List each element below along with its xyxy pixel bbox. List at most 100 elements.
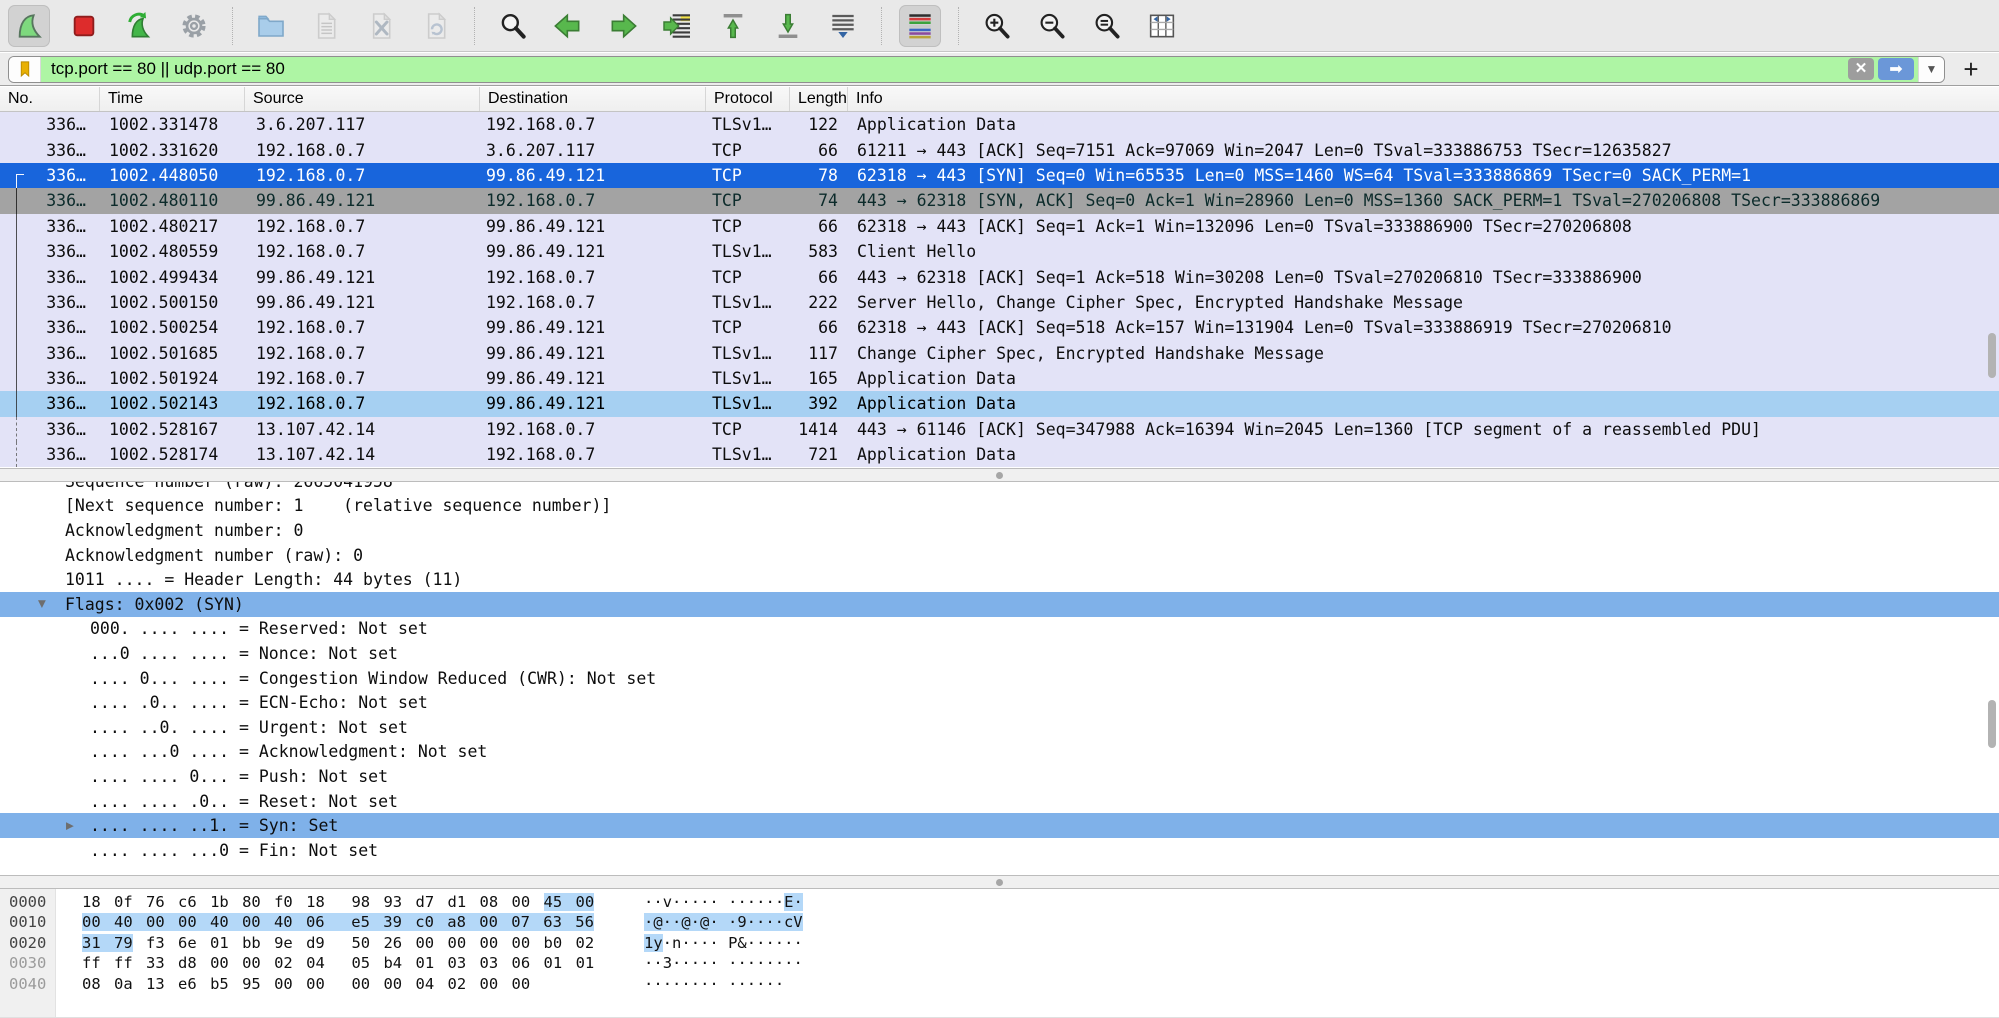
find-packet-button[interactable] [492,5,534,47]
packet-row[interactable]: 336…1002.48011099.86.49.121192.168.0.7TC… [0,188,1999,213]
packet-row[interactable]: 336…1002.50015099.86.49.121192.168.0.7TL… [0,290,1999,315]
detail-tree-line[interactable]: .... .... .0.. = Reset: Not set [0,789,1999,814]
display-filter-input[interactable] [41,57,1848,82]
detail-tree-line[interactable]: Acknowledgment number (raw): 0 [0,543,1999,568]
detail-tree-line[interactable]: ▼Flags: 0x002 (SYN) [0,592,1999,617]
packet-list-scrollbar[interactable] [1988,333,1996,378]
detail-tree-line[interactable]: 000. .... .... = Reserved: Not set [0,617,1999,642]
detail-tree-line[interactable]: ▶.... .... ..1. = Syn: Set [0,813,1999,838]
cell-info: Application Data [848,369,1999,388]
go-last-packet-button[interactable] [767,5,809,47]
packet-row[interactable]: 336…1002.3314783.6.207.117192.168.0.7TLS… [0,112,1999,137]
packet-list: 336…1002.3314783.6.207.117192.168.0.7TLS… [0,112,1999,468]
zoom-reset-button[interactable] [1086,5,1128,47]
detail-tree-line[interactable]: ...0 .... .... = Nonce: Not set [0,641,1999,666]
cell-dst: 192.168.0.7 [480,445,706,464]
apply-filter-button[interactable]: ➡ [1878,58,1914,80]
packet-row[interactable]: 336…1002.331620192.168.0.73.6.207.117TCP… [0,137,1999,162]
hex-row[interactable]: 004008 0a 13 e6 b5 95 00 00 00 00 04 02 … [0,974,1999,994]
cell-proto: TLSv1… [706,344,790,363]
zoom-out-icon [1036,10,1068,42]
hex-row[interactable]: 0010 00 40 00 00 40 00 40 06 e5 39 c0 a8 … [0,912,1999,932]
open-folder-icon [255,10,287,42]
detail-tree-line[interactable]: .... .... 0... = Push: Not set [0,764,1999,789]
detail-tree-line[interactable]: .... .... ...0 = Fin: Not set [0,838,1999,863]
go-to-packet-button[interactable] [657,5,699,47]
zoom-in-button[interactable] [976,5,1018,47]
cell-time: 1002.480217 [100,217,245,236]
restart-capture-button[interactable] [118,5,160,47]
hex-offset: 0010 [9,912,46,932]
packet-row[interactable]: 336…1002.480559192.168.0.799.86.49.121TL… [0,239,1999,264]
autoscroll-icon [827,10,859,42]
packet-row[interactable]: 336…1002.480217192.168.0.799.86.49.121TC… [0,214,1999,239]
hex-ascii: ··v····· ······E· [644,892,803,912]
detail-line-text: .... .... ..1. = Syn: Set [0,816,338,835]
column-header-destination[interactable]: Destination [480,87,706,111]
detail-tree-line[interactable]: [Next sequence number: 1 (relative seque… [0,494,1999,519]
cell-info: Change Cipher Spec, Encrypted Handshake … [848,344,1999,363]
detail-tree-line[interactable]: Sequence number (raw): 2665041958 [0,482,1999,494]
column-header-time[interactable]: Time [100,87,245,111]
cell-no: 336… [0,445,100,464]
cell-no: 336… [0,420,100,439]
packet-row[interactable]: 336…1002.501924192.168.0.799.86.49.121TL… [0,366,1999,391]
detail-tree-line[interactable]: Acknowledgment number: 0 [0,518,1999,543]
cell-src: 192.168.0.7 [245,242,480,261]
hex-row[interactable]: 002031 79 f3 6e 01 bb 9e d9 50 26 00 00 … [0,933,1999,953]
zoom-out-button[interactable] [1031,5,1073,47]
start-capture-button[interactable] [8,5,50,47]
go-first-packet-button[interactable] [712,5,754,47]
capture-options-button[interactable] [173,5,215,47]
expander-right-icon[interactable]: ▶ [66,818,74,833]
details-bytes-splitter[interactable] [0,875,1999,889]
colorize-button[interactable] [899,5,941,47]
detail-tree-line[interactable]: .... 0... .... = Congestion Window Reduc… [0,666,1999,691]
detail-tree-line[interactable]: .... .0.. .... = ECN-Echo: Not set [0,690,1999,715]
filter-bookmark-button[interactable] [9,57,41,82]
column-header-protocol[interactable]: Protocol [706,87,790,111]
cell-src: 192.168.0.7 [245,394,480,413]
detail-tree-line[interactable]: .... ...0 .... = Acknowledgment: Not set [0,740,1999,765]
hex-row[interactable]: 000018 0f 76 c6 1b 80 f0 18 98 93 d7 d1 … [0,892,1999,912]
packet-row[interactable]: 336…1002.52816713.107.42.14192.168.0.7TC… [0,417,1999,442]
cell-proto: TCP [706,217,790,236]
cell-info: 62318 → 443 [ACK] Seq=1 Ack=1 Win=132096… [848,217,1999,236]
detail-tree-line[interactable]: .... ..0. .... = Urgent: Not set [0,715,1999,740]
filter-history-dropdown[interactable]: ▼ [1918,57,1944,82]
column-header-length[interactable]: Length [790,87,848,111]
cell-dst: 192.168.0.7 [480,268,706,287]
detail-tree-line[interactable]: 1011 .... = Header Length: 44 bytes (11) [0,567,1999,592]
packet-row[interactable]: 336…1002.502143192.168.0.799.86.49.121TL… [0,391,1999,416]
add-filter-expression-button[interactable]: + [1951,54,1991,84]
packet-row[interactable]: 336…1002.501685192.168.0.799.86.49.121TL… [0,341,1999,366]
packet-row[interactable]: 336…1002.500254192.168.0.799.86.49.121TC… [0,315,1999,340]
column-header-no[interactable]: No. [0,87,100,111]
details-scrollbar[interactable] [1988,700,1996,748]
open-file-button[interactable] [250,5,292,47]
packet-row[interactable]: 336…1002.49943499.86.49.121192.168.0.7TC… [0,264,1999,289]
clear-filter-button[interactable]: ✕ [1848,58,1874,80]
go-forward-button[interactable] [602,5,644,47]
detail-line-text: .... .... .0.. = Reset: Not set [0,792,398,811]
cell-dst: 99.86.49.121 [480,369,706,388]
resize-columns-button[interactable] [1141,5,1183,47]
zoom-in-icon [981,10,1013,42]
go-back-button[interactable] [547,5,589,47]
auto-scroll-button[interactable] [822,5,864,47]
column-header-source[interactable]: Source [245,87,480,111]
stop-capture-button[interactable] [63,5,105,47]
packet-row[interactable]: 336…1002.448050192.168.0.799.86.49.121TC… [0,163,1999,188]
expander-down-icon[interactable]: ▼ [38,597,46,612]
cell-proto: TCP [706,420,790,439]
packet-list-details-splitter[interactable] [0,468,1999,482]
column-header-info[interactable]: Info [848,87,1999,111]
detail-line-text: .... .... 0... = Push: Not set [0,767,388,786]
cell-no: 336… [0,268,100,287]
cell-no: 336… [0,166,100,185]
cell-proto: TCP [706,191,790,210]
hex-row[interactable]: 0030ff ff 33 d8 00 00 02 04 05 b4 01 03 … [0,953,1999,973]
cell-proto: TLSv1… [706,445,790,464]
packet-row[interactable]: 336…1002.52817413.107.42.14192.168.0.7TL… [0,442,1999,467]
hex-bytes: 00 40 00 00 40 00 40 06 e5 39 c0 a8 00 0… [82,912,594,932]
